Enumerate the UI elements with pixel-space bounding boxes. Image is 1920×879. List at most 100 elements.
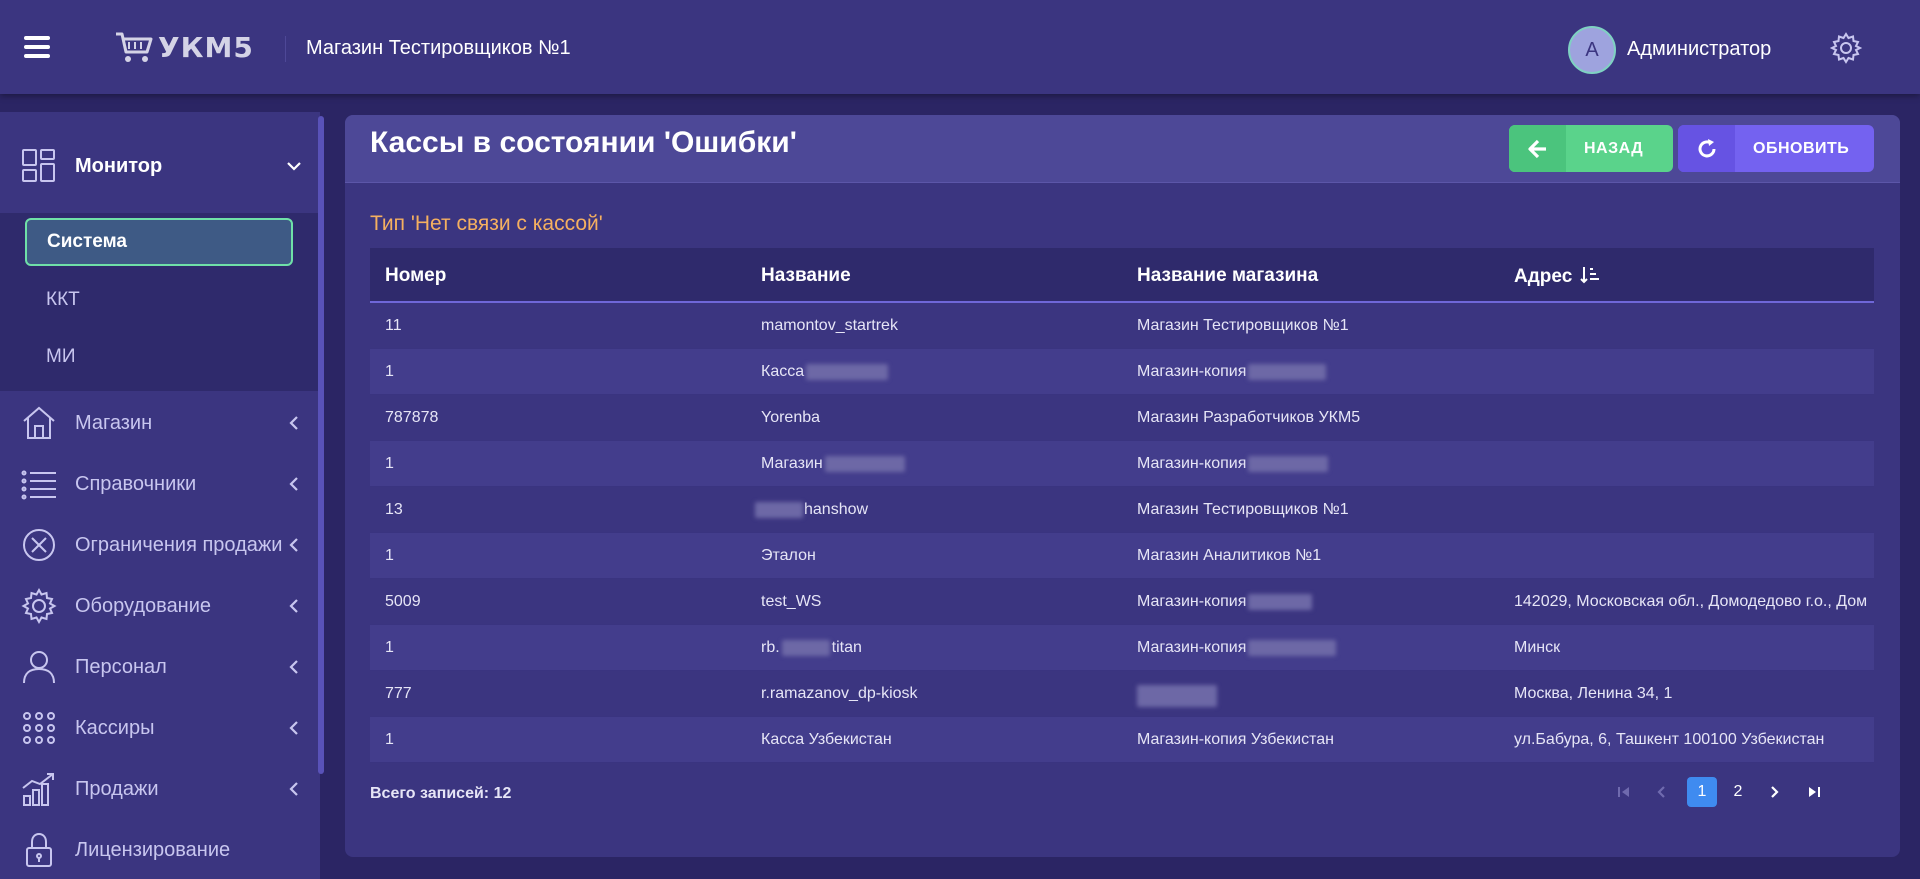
current-store-name[interactable]: Магазин Тестировщиков №1 [306, 37, 571, 60]
page-2-button[interactable]: 2 [1723, 777, 1753, 807]
table-row[interactable]: 787878 Yorenba Магазин Разработчиков УКМ… [370, 395, 1874, 441]
cell-name: test_WS [761, 593, 822, 610]
sidebar-item-monitor[interactable]: Монитор [0, 136, 318, 196]
chevron-left-icon [289, 782, 298, 796]
total-records: Всего записей: 12 [370, 785, 512, 802]
sidebar-item-cashiers[interactable]: Кассиры [0, 698, 318, 758]
cell-number: 1 [385, 363, 394, 380]
registers-table: Номер Название Название магазина Адрес 1… [370, 248, 1874, 763]
redacted-text [1248, 455, 1329, 472]
chevron-left-icon [289, 660, 298, 674]
table-row[interactable]: 13 hanshow Магазин Тестировщиков №1 [370, 487, 1874, 533]
chevron-left-icon [289, 538, 298, 552]
table-row[interactable]: 1 Касса Узбекистан Магазин-копия Узбекис… [370, 717, 1874, 763]
panel-header: Кассы в состоянии 'Ошибки' НАЗАД ОБНОВИТ… [345, 115, 1900, 183]
table-row[interactable]: 11 mamontov_startrek Магазин Тестировщик… [370, 303, 1874, 349]
sidebar-item-store[interactable]: Магазин [0, 393, 318, 453]
column-header-store-name[interactable]: Название магазина [1137, 265, 1318, 287]
header-divider [285, 36, 286, 62]
redacted-text [755, 501, 803, 518]
list-icon [21, 470, 56, 500]
dots-grid-icon [23, 712, 55, 744]
cell-name-text: hanshow [804, 501, 869, 518]
chevron-left-icon [289, 477, 298, 491]
hamburger-menu-icon[interactable] [24, 36, 50, 58]
page-1-button[interactable]: 1 [1687, 777, 1717, 807]
cell-store-text: Магазин-копия [1137, 455, 1247, 472]
sidebar-item-directories[interactable]: Справочники [0, 454, 318, 514]
person-icon [23, 651, 55, 684]
refresh-button[interactable]: ОБНОВИТЬ [1678, 125, 1874, 172]
cell-number: 1 [385, 455, 394, 472]
cart-icon [116, 32, 153, 62]
bar-chart-icon [22, 773, 54, 806]
cell-address: Москва, Ленина 34, 1 [1514, 685, 1673, 702]
redacted-text [1137, 685, 1217, 707]
cell-number: 1 [385, 639, 394, 656]
chevron-left-icon [289, 416, 298, 430]
cell-store: Магазин-копия [1137, 639, 1337, 657]
chevron-down-icon [287, 162, 301, 171]
next-page-icon[interactable] [1759, 777, 1789, 807]
sidebar-item-sales[interactable]: Продажи [0, 759, 318, 819]
table-row[interactable]: 1 Касса Магазин-копия [370, 349, 1874, 395]
page-title: Кассы в состоянии 'Ошибки' [370, 126, 797, 159]
column-header-number[interactable]: Номер [385, 265, 446, 287]
redacted-text [806, 363, 889, 380]
submenu-item-system[interactable]: Система [25, 218, 293, 266]
sidebar-item-licensing[interactable]: Лицензирование [0, 820, 318, 879]
main-panel: Кассы в состоянии 'Ошибки' НАЗАД ОБНОВИТ… [345, 115, 1900, 857]
arrow-left-icon [1509, 125, 1566, 172]
submenu-item-kkt[interactable]: ККТ [25, 276, 293, 324]
error-type-label: Тип 'Нет связи с кассой' [370, 212, 603, 235]
table-row[interactable]: 1 Эталон Магазин Аналитиков №1 [370, 533, 1874, 579]
redacted-text [1248, 363, 1327, 380]
sidebar-item-personnel[interactable]: Персонал [0, 637, 318, 697]
x-circle-icon [23, 529, 55, 561]
first-page-icon[interactable] [1609, 777, 1639, 807]
cell-store: Магазин-копия [1137, 455, 1329, 473]
sidebar-item-label: Монитор [75, 154, 163, 177]
column-header-name[interactable]: Название [761, 265, 851, 287]
cell-name: rb. titan [761, 639, 862, 657]
redacted-text [824, 455, 905, 472]
previous-page-icon[interactable] [1647, 777, 1677, 807]
logo[interactable]: УКМ5 [114, 30, 254, 64]
sidebar-item-sale-restrictions[interactable]: Ограничения продажи [0, 515, 318, 575]
settings-gear-icon[interactable] [1830, 32, 1862, 64]
avatar[interactable]: A [1568, 26, 1616, 74]
column-header-address[interactable]: Адрес [1514, 265, 1600, 288]
top-bar: УКМ5 Магазин Тестировщиков №1 A Админист… [0, 0, 1920, 94]
sidebar-item-equipment[interactable]: Оборудование [0, 576, 318, 636]
sidebar-item-label: Ограничения продажи [75, 533, 283, 556]
table-row[interactable]: 777 r.ramazanov_dp-kiosk Москва, Ленина … [370, 671, 1874, 717]
cell-store: Магазин Аналитиков №1 [1137, 547, 1322, 564]
sort-descending-icon[interactable] [1579, 265, 1600, 285]
cell-store-text: Магазин-копия [1137, 363, 1247, 380]
monitor-submenu: Система ККТ МИ [0, 213, 318, 391]
cell-number: 787878 [385, 409, 439, 426]
logo-text: УКМ5 [158, 30, 254, 64]
redacted-text [1248, 593, 1313, 610]
last-page-icon[interactable] [1799, 777, 1829, 807]
cell-name-text: Магазин [761, 455, 823, 472]
table-row[interactable]: 5009 test_WS Магазин-копия 142029, Моско… [370, 579, 1874, 625]
cell-number: 1 [385, 547, 394, 564]
sidebar-scrollbar[interactable] [318, 116, 324, 774]
cell-name-text: rb. [761, 639, 780, 656]
submenu-item-mi[interactable]: МИ [25, 333, 293, 381]
cell-name: Касса Узбекистан [761, 731, 892, 748]
sidebar-item-label: Лицензирование [75, 838, 231, 861]
lock-icon [26, 832, 52, 867]
table-row[interactable]: 1 Магазин Магазин-копия [370, 441, 1874, 487]
table-row[interactable]: 1 rb. titan Магазин-копия Минск [370, 625, 1874, 671]
cell-address: ул.Бабура, 6, Ташкент 100100 Узбекистан [1514, 731, 1825, 748]
cell-store: Магазин-копия [1137, 363, 1327, 381]
cell-number: 13 [385, 501, 403, 518]
back-button[interactable]: НАЗАД [1509, 125, 1673, 172]
user-name[interactable]: Администратор [1627, 38, 1771, 61]
refresh-icon [1678, 125, 1735, 172]
cell-store: Магазин Тестировщиков №1 [1137, 317, 1349, 334]
cell-name: Yorenba [761, 409, 821, 426]
table-header: Номер Название Название магазина Адрес [370, 248, 1874, 303]
